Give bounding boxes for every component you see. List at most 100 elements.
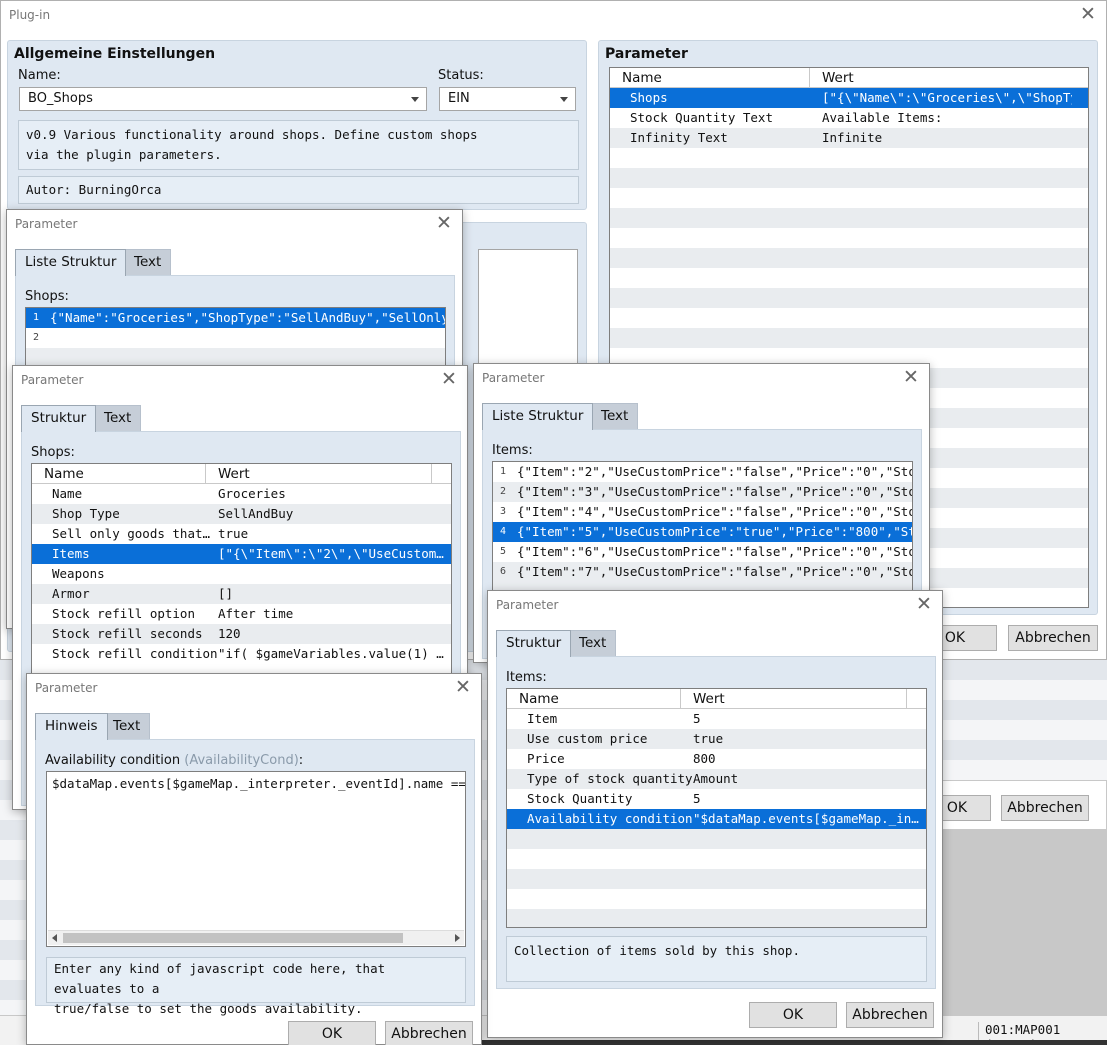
dialog-titlebar: Parameter ✕ (474, 364, 929, 394)
tab-structure[interactable]: Struktur (21, 405, 97, 432)
code-editor[interactable]: $dataMap.events[$gameMap._interpreter._e… (46, 771, 466, 947)
status-select[interactable]: EIN (439, 87, 576, 111)
column-value-header[interactable]: Wert (681, 689, 907, 709)
column-name-header[interactable]: Name (507, 689, 681, 709)
parameter-row-shops[interactable]: Shops ["{\"Name\":\"Groceries\",\"ShopTy… (610, 88, 1088, 108)
tab-structure[interactable]: Struktur (496, 630, 572, 657)
row-name: Stock refill seconds (52, 626, 203, 641)
tab-text[interactable]: Text (591, 403, 639, 429)
table-row[interactable]: Item 5 (507, 709, 926, 729)
tab-text[interactable]: Text (94, 405, 142, 431)
status-label: Status: (438, 68, 484, 83)
ok-button[interactable]: OK (288, 1021, 376, 1045)
horizontal-scrollbar[interactable] (48, 930, 464, 945)
line-number: 4 (499, 526, 507, 537)
row-name: Shop Type (52, 506, 120, 521)
list-item-text: {"Item":"4","UseCustomPrice":"false","Pr… (517, 504, 912, 519)
tab-hint[interactable]: Hinweis (35, 713, 108, 740)
parameter-rows: Shops ["{\"Name\":\"Groceries\",\"ShopTy… (610, 88, 1088, 148)
field-key: (AvailabilityCond) (184, 753, 299, 768)
row-value: Available Items: (822, 110, 943, 125)
cancel-button[interactable]: Abbrechen (385, 1021, 473, 1045)
tab-text[interactable]: Text (103, 713, 151, 739)
list-item[interactable]: 3 {"Item":"4","UseCustomPrice":"false","P… (493, 502, 912, 522)
table-row[interactable]: Type of stock quantity Amount (507, 769, 926, 789)
table-row[interactable]: Stock refill seconds 120 (32, 624, 451, 644)
row-name: Sell only goods that… (52, 526, 211, 541)
list-item[interactable]: 2 (26, 328, 445, 348)
list-item[interactable]: 1 {"Name":"Groceries","ShopType":"SellAnd… (26, 308, 445, 328)
list-item[interactable]: 6 {"Item":"7","UseCustomPrice":"false","P… (493, 562, 912, 582)
row-name: Name (52, 486, 83, 501)
list-item[interactable]: 2 {"Item":"3","UseCustomPrice":"false","P… (493, 482, 912, 502)
scrollbar-thumb[interactable] (63, 933, 403, 943)
ok-button[interactable]: OK (749, 1002, 837, 1028)
table-row[interactable]: Sell only goods that… true (32, 524, 451, 544)
tab-list-structure[interactable]: Liste Struktur (15, 249, 127, 276)
row-value: After time (218, 606, 294, 621)
close-icon[interactable]: ✕ (439, 370, 459, 390)
row-name: Item (527, 711, 558, 726)
table-row[interactable]: Availability condition "$dataMap.events[$… (507, 809, 926, 829)
parameter-row-stock-quantity-text[interactable]: Stock Quantity Text Available Items: (610, 108, 1088, 128)
table-row[interactable]: Name Groceries (32, 484, 451, 504)
tab-list-structure[interactable]: Liste Struktur (482, 403, 594, 430)
chevron-down-icon (560, 97, 568, 102)
table-row[interactable]: Weapons (32, 564, 451, 584)
column-name-header[interactable]: Name (610, 68, 810, 88)
close-icon[interactable]: ✕ (453, 678, 473, 698)
row-value: SellAndBuy (218, 506, 294, 521)
dialog-tabs: Liste Struktur Text (15, 249, 315, 276)
table-row[interactable]: Stock refill condition "if( $gameVariable… (32, 644, 451, 664)
close-icon[interactable]: ✕ (901, 368, 921, 388)
cancel-button[interactable]: Abbrechen (846, 1002, 934, 1028)
table-row[interactable]: Stock refill option After time (32, 604, 451, 624)
row-value: "$dataMap.events[$gameMap._in… (693, 811, 919, 826)
table-row[interactable]: Use custom price true (507, 729, 926, 749)
table-row[interactable]: Items ["{\"Item\":\"2\",\"UseCustom… (32, 544, 451, 564)
list-item-text: {"Item":"2","UseCustomPrice":"false","Pr… (517, 464, 912, 479)
cancel-button[interactable]: Abbrechen (1008, 625, 1098, 651)
behind-cancel-button[interactable]: Abbrechen (1001, 795, 1089, 821)
grid-header: Name Wert (507, 689, 926, 709)
column-value-header[interactable]: Wert (206, 464, 432, 484)
dialog-titlebar: Parameter ✕ (488, 591, 942, 621)
close-icon[interactable]: ✕ (434, 214, 454, 234)
editor-map-area (940, 830, 1107, 1015)
row-value: true (693, 731, 724, 746)
column-value-header[interactable]: Wert (810, 68, 1088, 88)
plugin-name-select[interactable]: BO_Shops (19, 87, 427, 111)
table-row[interactable]: Stock Quantity 5 (507, 789, 926, 809)
row-value: ["{\"Name\":\"Groceries\",\"ShopTy… (822, 90, 1072, 105)
chevron-down-icon (411, 97, 419, 102)
table-row[interactable]: Shop Type SellAndBuy (32, 504, 451, 524)
dialog-title: Parameter (21, 373, 84, 387)
tab-panel: Items: Name Wert Item 5 Use custom price t… (496, 656, 936, 989)
scroll-left-icon[interactable] (52, 934, 57, 942)
list-item[interactable]: 1 {"Item":"2","UseCustomPrice":"false","P… (493, 462, 912, 482)
list-item-text: {"Item":"3","UseCustomPrice":"false","Pr… (517, 484, 912, 499)
dialog-title: Parameter (482, 371, 545, 385)
tab-text[interactable]: Text (124, 249, 172, 275)
column-name-header[interactable]: Name (32, 464, 206, 484)
list-item[interactable]: 5 {"Item":"6","UseCustomPrice":"false","P… (493, 542, 912, 562)
row-name: Stock Quantity (527, 791, 633, 806)
plugin-name-value: BO_Shops (28, 91, 93, 106)
list-item[interactable]: 4 {"Item":"5","UseCustomPrice":"true","Pr… (493, 522, 912, 542)
parameter-row-infinity-text[interactable]: Infinity Text Infinite (610, 128, 1088, 148)
list-item-text: {"Item":"7","UseCustomPrice":"false","Pr… (517, 564, 912, 579)
close-icon[interactable]: ✕ (914, 595, 934, 615)
item-structure-dialog: Parameter ✕ Struktur Text Items: Name We… (487, 590, 943, 1038)
dialog-title: Parameter (35, 681, 98, 695)
plugin-author: Autor: BurningOrca (18, 176, 579, 204)
table-row[interactable]: Armor [] (32, 584, 451, 604)
row-name: Stock refill condition (52, 646, 218, 661)
tab-text[interactable]: Text (569, 630, 617, 656)
row-name: Weapons (52, 566, 105, 581)
row-name: Stock refill option (52, 606, 195, 621)
row-name: Shops (630, 90, 668, 105)
row-name: Type of stock quantity (527, 771, 693, 786)
table-row[interactable]: Price 800 (507, 749, 926, 769)
close-icon[interactable]: ✕ (1078, 5, 1098, 25)
scroll-right-icon[interactable] (455, 934, 460, 942)
